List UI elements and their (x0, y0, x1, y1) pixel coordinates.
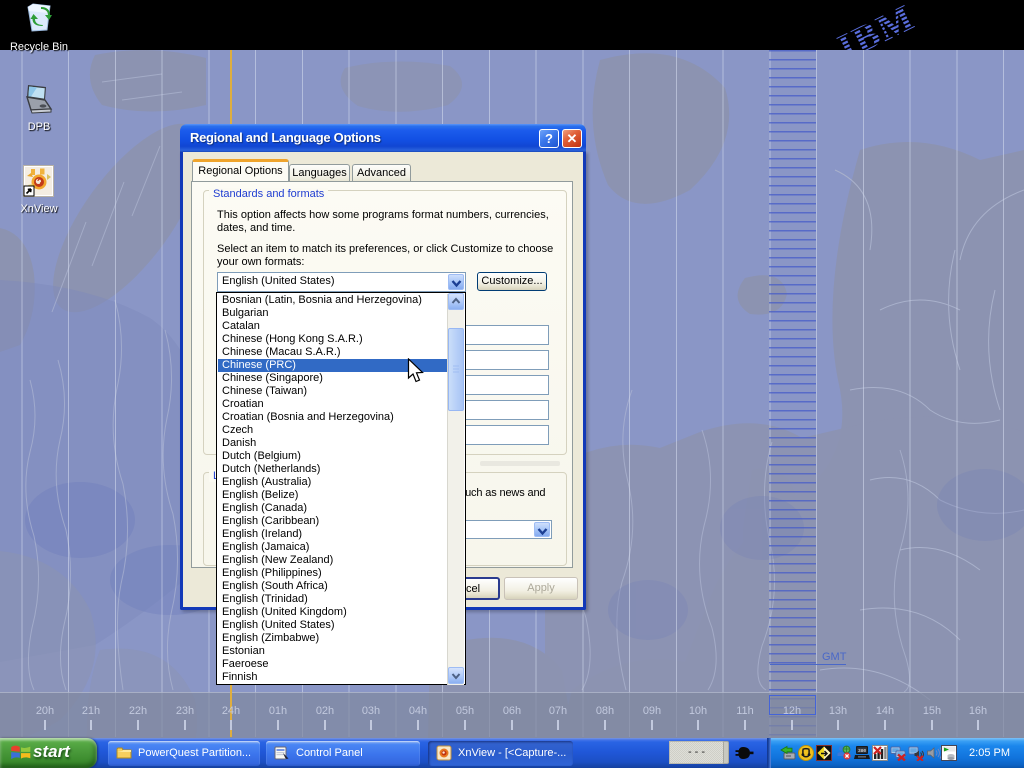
svg-text:380: 380 (858, 748, 866, 754)
svg-text:IBM: IBM (832, 0, 922, 50)
